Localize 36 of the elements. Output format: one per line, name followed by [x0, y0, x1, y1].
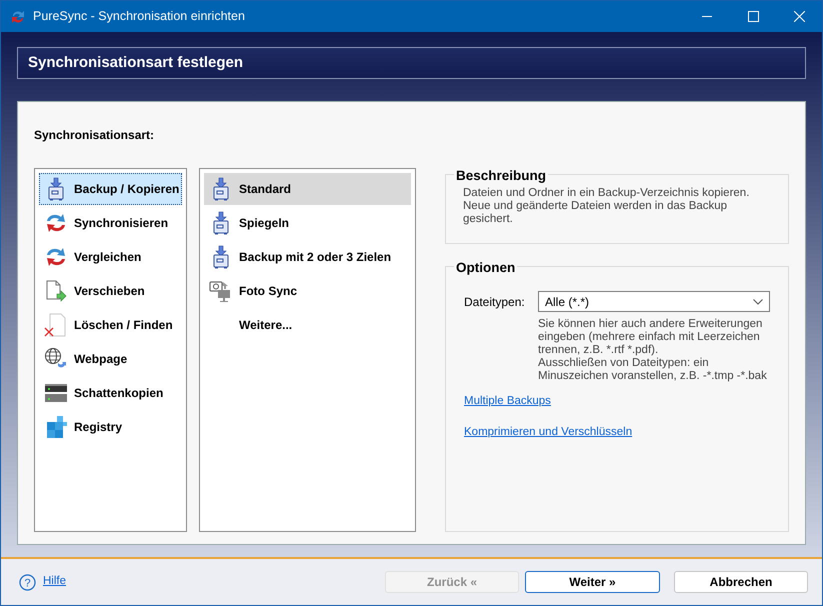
hint-text: Sie können hier auch andere Erweiterungen eingeben (mehrere einfach mit Leerzeichen trennen, z.B. *.rtf *.pdf).: [538, 318, 764, 357]
list-item[interactable]: Verschieben: [39, 275, 182, 307]
list-item[interactable]: Synchronisieren: [39, 207, 182, 239]
document-arrow-icon: [44, 279, 68, 303]
field-label: Dateitypen:: [464, 294, 522, 311]
cubes-icon: [44, 415, 68, 439]
document-cross-icon: [44, 313, 68, 337]
app-icon: [10, 8, 26, 24]
dialog-button[interactable]: Abbrechen: [674, 571, 808, 593]
chevron-down-icon: [753, 298, 763, 304]
help-icon[interactable]: ?: [19, 574, 36, 590]
hint-text: Ausschließen von Dateitypen: ein Minuszeichen voranstellen, z.B. -*.tmp -*.bak: [538, 357, 768, 383]
section-label: Synchronisationsart:: [34, 127, 156, 144]
description-text: Dateien und Ordner in ein Backup-Verzeichnis kopieren. Neue und geänderte Dateien werden in das Backup gesichert.: [463, 187, 750, 226]
list-item[interactable]: Vergleichen: [39, 241, 182, 273]
list-item[interactable]: Standard: [204, 173, 411, 205]
list-item[interactable]: Webpage: [39, 343, 182, 375]
list-item[interactable]: Weitere...: [204, 309, 411, 341]
close-icon: [794, 11, 804, 22]
list-item[interactable]: Spiegeln: [204, 207, 411, 239]
window-title: PureSync - Synchronisation einrichten: [33, 8, 245, 26]
option-link[interactable]: Multiple Backups: [464, 393, 551, 410]
list-item[interactable]: Löschen / Finden: [39, 309, 182, 341]
maximize-icon: [748, 11, 758, 22]
help-link[interactable]: Hilfe: [43, 573, 66, 591]
list-item[interactable]: Schattenkopien: [39, 377, 182, 409]
dialog-button[interactable]: Weiter »: [525, 571, 660, 593]
camera-monitor-icon: [209, 279, 233, 303]
option-link[interactable]: Komprimieren und Verschlüsseln: [464, 424, 632, 442]
page-header: Synchronisationsart festlegen: [17, 47, 806, 79]
list-item[interactable]: Backup / Kopieren: [39, 173, 182, 205]
server-icon: [44, 381, 68, 405]
list-item[interactable]: Backup mit 2 oder 3 Zielen: [204, 241, 411, 273]
list-item[interactable]: Foto Sync: [204, 275, 411, 307]
file-type-dropdown[interactable]: Alle (*.*): [538, 291, 770, 312]
list-item[interactable]: Registry: [39, 411, 182, 443]
